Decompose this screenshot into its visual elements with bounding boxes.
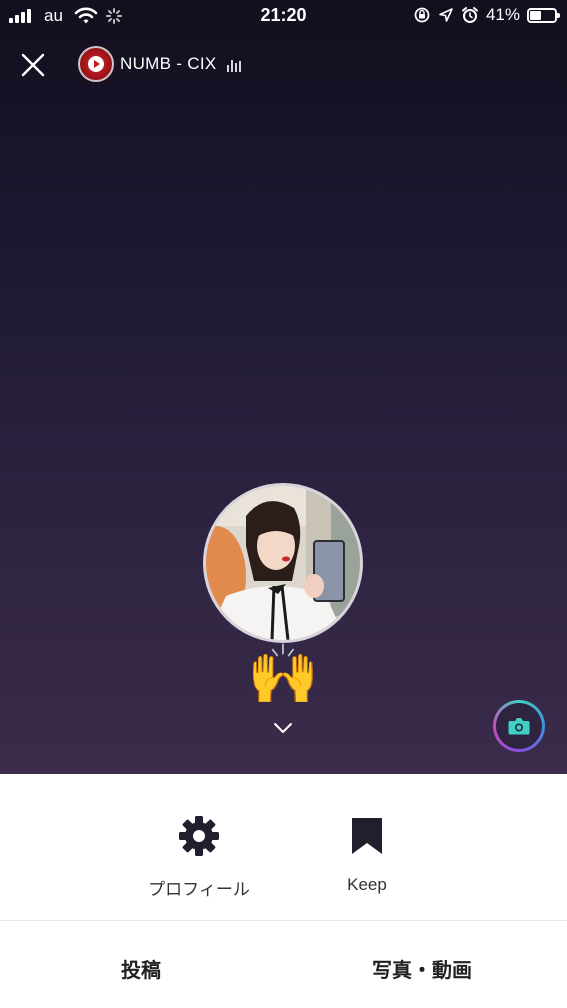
equalizer-icon — [226, 60, 241, 72]
profile-actions-panel: プロフィール Keep 投稿 写真・動画 — [0, 774, 567, 1008]
battery-percent: 41% — [485, 5, 520, 24]
profile-screen: au 21:20 41% NUMB - CIX 🙌 プロフィール Keep 投稿… — [0, 0, 567, 1008]
battery-level — [530, 10, 541, 20]
profile-cover: au 21:20 41% NUMB - CIX 🙌 — [0, 0, 567, 774]
profile-settings-label: プロフィール — [148, 880, 250, 899]
status-right-group: 41% — [413, 5, 560, 25]
keep-button[interactable]: Keep — [297, 814, 437, 895]
camera-button[interactable] — [493, 700, 545, 752]
close-icon[interactable] — [18, 50, 48, 80]
keep-label: Keep — [347, 875, 387, 894]
status-emoji: 🙌 — [247, 642, 320, 707]
music-title: NUMB - CIX — [120, 54, 217, 73]
bookmark-icon — [352, 818, 382, 854]
camera-icon — [508, 718, 530, 735]
profile-settings-button[interactable]: プロフィール — [129, 814, 269, 900]
gear-icon — [179, 816, 219, 856]
rotation-lock-icon — [414, 7, 430, 23]
profile-music-chip[interactable]: NUMB - CIX — [78, 46, 241, 82]
alarm-icon — [461, 7, 478, 23]
play-disc-icon — [78, 46, 114, 82]
tab-posts[interactable]: 投稿 — [121, 954, 161, 983]
profile-photo[interactable] — [203, 483, 363, 643]
divider — [0, 920, 567, 921]
location-arrow-icon — [439, 8, 453, 22]
chevron-down-icon[interactable] — [272, 720, 294, 736]
status-bar: au 21:20 41% — [0, 0, 567, 32]
battery-icon — [527, 7, 560, 23]
tab-photos-videos[interactable]: 写真・動画 — [372, 954, 472, 983]
